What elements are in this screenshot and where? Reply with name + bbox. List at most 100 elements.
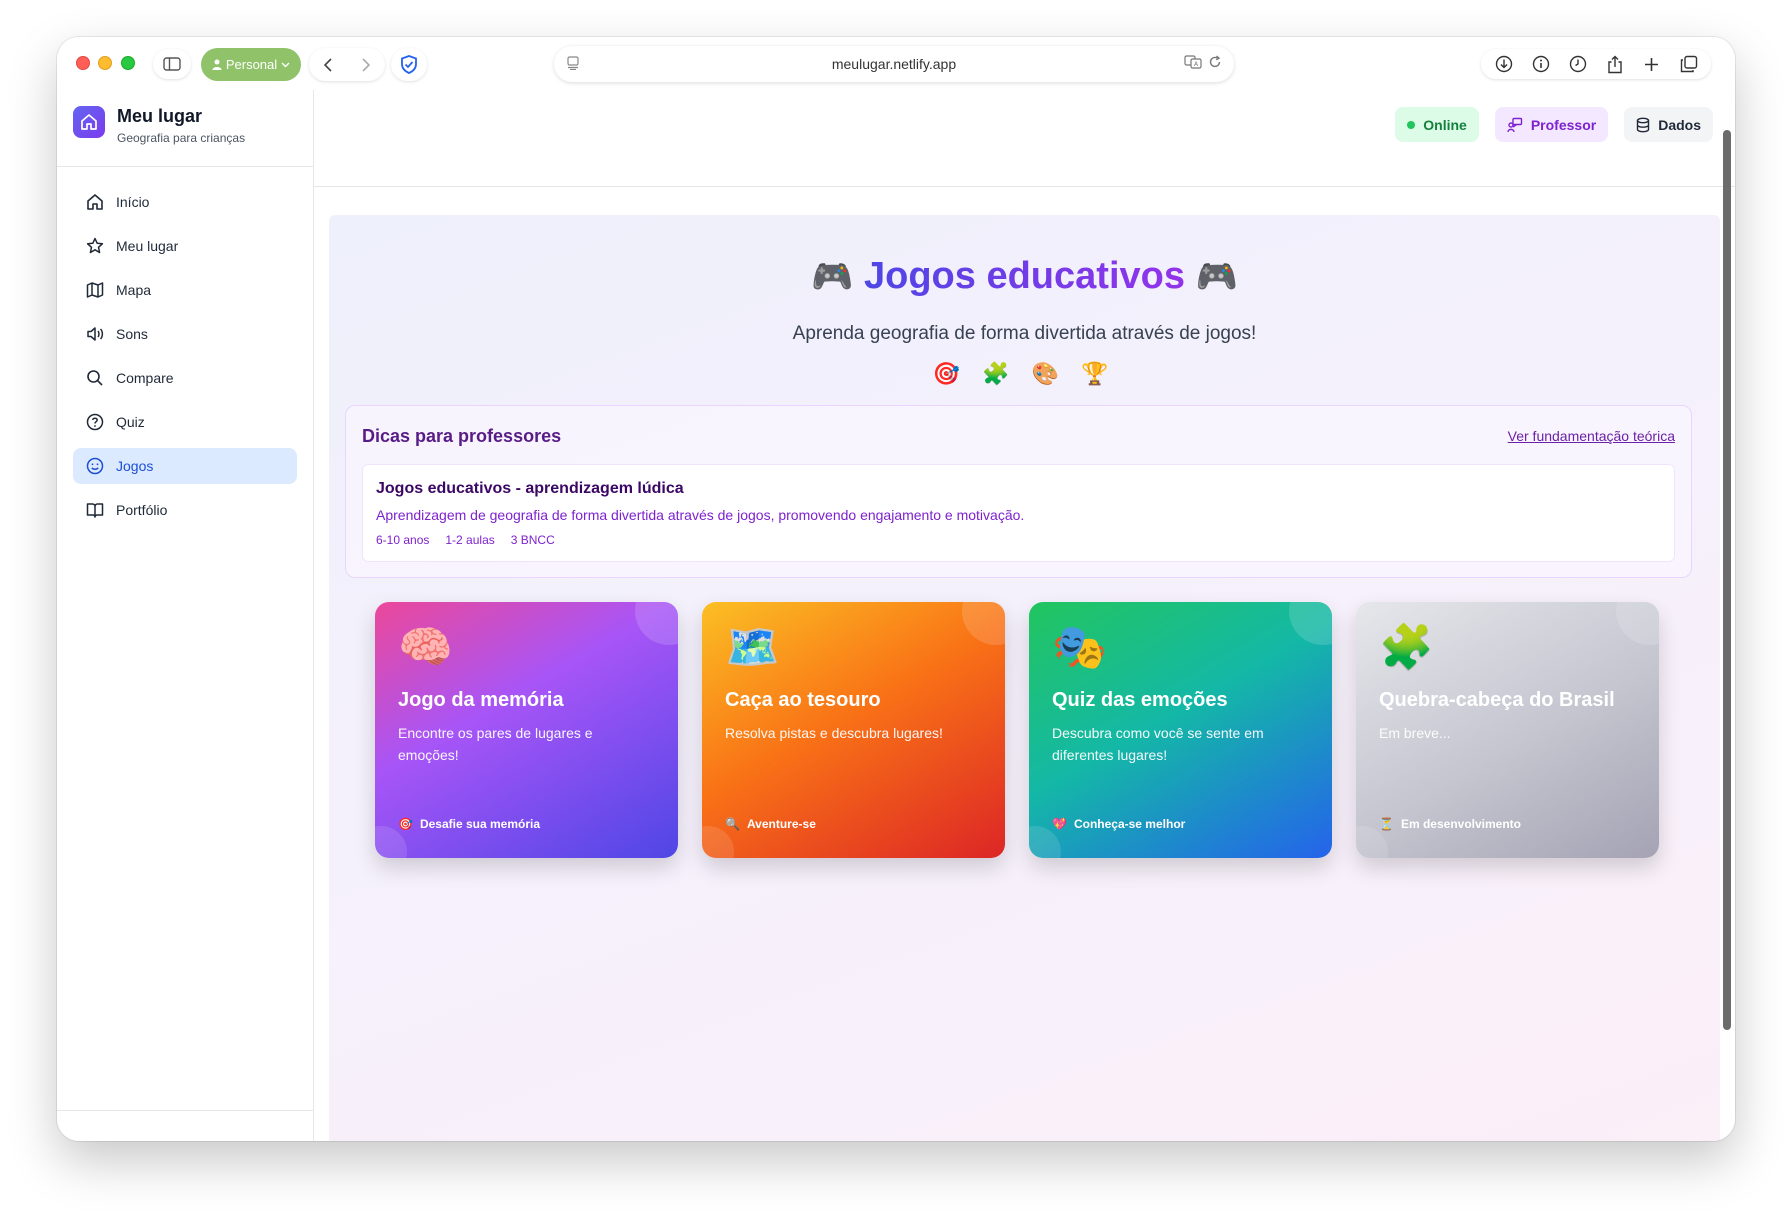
game-card-title: Caça ao tesouro (725, 689, 881, 711)
teacher-tips-panel: Dicas para professores Ver fundamentação… (345, 405, 1692, 578)
professor-button[interactable]: Professor (1494, 107, 1609, 142)
clock-icon (1569, 55, 1586, 73)
heart-icon: 💖 (1052, 817, 1067, 831)
online-label: Online (1423, 116, 1467, 133)
history-button[interactable] (1559, 49, 1596, 79)
hero-emoji-row: 🎯 🧩 🎨 🏆 (932, 361, 1117, 386)
translate-icon[interactable]: A (1184, 55, 1202, 72)
tab-overview-button[interactable] (1670, 49, 1707, 79)
chevron-left-icon (324, 57, 332, 72)
game-card-footer: 💖 Conheça-se melhor (1052, 817, 1185, 831)
page-title: 🎮 Jogos educativos 🎮 (329, 255, 1720, 298)
person-icon (212, 59, 222, 70)
forward-button[interactable] (347, 57, 385, 72)
browser-window: Personal meulugar.netlify.app A Meu luga… (57, 37, 1735, 1141)
home-logo-icon[interactable] (73, 106, 105, 138)
gamepad-icon: 🎮 (1195, 258, 1238, 296)
games-page: 🎮 Jogos educativos 🎮 Aprenda geografia d… (329, 215, 1720, 1141)
sidebar-nav: Início Meu lugar Mapa Sons Compare Quiz (57, 167, 313, 528)
chevron-right-icon (362, 57, 370, 72)
theater-masks-icon: 🎭 (1052, 623, 1107, 672)
game-card-footer-label: Aventure-se (746, 817, 816, 831)
status-dot-icon (1407, 120, 1416, 129)
search-icon (87, 370, 103, 386)
map-emoji-icon: 🗺️ (725, 623, 780, 672)
home-icon (87, 194, 103, 210)
brand-title: Meu lugar (117, 106, 203, 126)
game-card-treasure[interactable]: 🗺️ Caça ao tesouro Resolva pistas e desc… (702, 602, 1005, 858)
sidebar-toggle-button[interactable] (153, 49, 191, 79)
game-card-memory[interactable]: 🧠 Jogo da memória Encontre os pares de l… (375, 602, 678, 858)
data-label: Dados (1658, 116, 1701, 133)
sidebar-item-sons[interactable]: Sons (73, 316, 297, 352)
game-card-description: Em breve... (1379, 725, 1451, 741)
sidebar-item-label: Quiz (116, 414, 145, 430)
game-card-description: Encontre os pares de lugares e emoções! (398, 725, 593, 763)
page-title-text: Jogos educativos (864, 255, 1185, 297)
tip-meta: 6-10 anos 1-2 aulas 3 BNCC (376, 533, 555, 547)
theory-link[interactable]: Ver fundamentação teórica (1508, 428, 1675, 444)
help-circle-icon (86, 413, 104, 431)
download-icon (1495, 55, 1512, 73)
info-button[interactable] (1522, 49, 1559, 79)
page-subtitle: Aprenda geografia de forma divertida atr… (792, 323, 1257, 344)
brain-icon: 🧠 (398, 623, 453, 672)
browser-actions (1481, 49, 1711, 79)
sidebar-footer-divider (57, 1110, 313, 1111)
close-window-button[interactable] (76, 56, 90, 70)
sidebar-item-mapa[interactable]: Mapa (73, 272, 297, 308)
tip-card: Jogos educativos - aprendizagem lúdica A… (362, 464, 1675, 562)
smile-icon (86, 457, 104, 475)
page-scrollbar[interactable] (1722, 90, 1732, 1035)
sidebar-item-inicio[interactable]: Início (73, 184, 297, 220)
profile-switcher[interactable]: Personal (201, 48, 301, 81)
game-card-footer-label: Em desenvolvimento (1400, 817, 1521, 831)
sidebar-item-label: Compare (116, 370, 174, 386)
sidebar-item-label: Mapa (116, 282, 152, 298)
top-badges: Online Professor Dados (1395, 107, 1713, 142)
chevron-down-icon (281, 62, 290, 67)
data-button[interactable]: Dados (1624, 107, 1713, 142)
sidebar-item-quiz[interactable]: Quiz (73, 404, 297, 440)
address-bar[interactable]: meulugar.netlify.app A (554, 46, 1234, 82)
game-card-footer: 🎯 Desafie sua memória (398, 817, 540, 831)
minimize-window-button[interactable] (98, 56, 112, 70)
privacy-shield-button[interactable] (391, 48, 427, 81)
game-card-puzzle[interactable]: 🧩 Quebra-cabeça do Brasil Em breve... ⏳ … (1356, 602, 1659, 858)
game-card-footer-label: Desafie sua memória (419, 817, 541, 831)
game-card-title: Quiz das emoções (1052, 689, 1228, 711)
sidebar-item-portfolio[interactable]: Portfólio (73, 492, 297, 528)
reload-icon[interactable] (1208, 55, 1222, 72)
game-cards: 🧠 Jogo da memória Encontre os pares de l… (375, 602, 1659, 858)
map-icon (86, 282, 104, 298)
sidebar-item-label: Meu lugar (116, 238, 179, 254)
sidebar-item-label: Jogos (116, 458, 154, 474)
tips-title: Dicas para professores (362, 426, 562, 446)
tabs-icon (1680, 55, 1697, 73)
hourglass-icon: ⏳ (1379, 817, 1394, 831)
new-tab-button[interactable] (1633, 49, 1670, 79)
maximize-window-button[interactable] (121, 56, 135, 70)
top-bar: Online Professor Dados (314, 90, 1735, 187)
professor-label: Professor (1530, 116, 1597, 133)
downloads-button[interactable] (1485, 49, 1522, 79)
brand: Meu lugar Geografia para crianças (57, 90, 313, 167)
puzzle-icon: 🧩 (1379, 623, 1434, 672)
info-icon (1532, 55, 1549, 73)
scrollbar-thumb[interactable] (1723, 130, 1731, 1030)
share-button[interactable] (1596, 49, 1633, 79)
tip-bncc: 3 BNCC (510, 533, 555, 547)
page-menu-icon[interactable] (566, 56, 580, 73)
sidebar-item-meu-lugar[interactable]: Meu lugar (73, 228, 297, 264)
database-icon (1637, 117, 1650, 132)
game-card-footer-label: Conheça-se melhor (1073, 817, 1186, 831)
back-button[interactable] (309, 57, 347, 72)
gamepad-icon: 🎮 (811, 258, 854, 296)
sidebar-item-jogos[interactable]: Jogos (73, 448, 297, 484)
share-icon (1607, 55, 1622, 73)
sidebar-item-label: Sons (116, 326, 148, 342)
sidebar-item-compare[interactable]: Compare (73, 360, 297, 396)
game-card-emotions[interactable]: 🎭 Quiz das emoções Descubra como você se… (1029, 602, 1332, 858)
app-sidebar: Meu lugar Geografia para crianças Início… (57, 90, 314, 1141)
brand-subtitle: Geografia para crianças (117, 131, 246, 145)
